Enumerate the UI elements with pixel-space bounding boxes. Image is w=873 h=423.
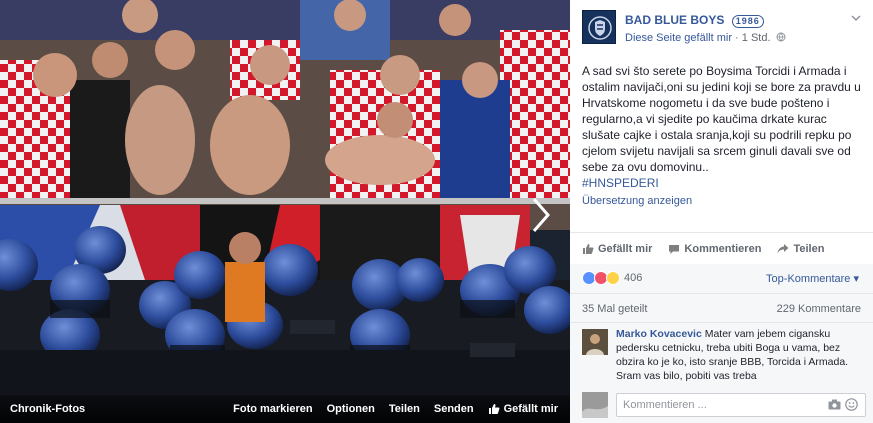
like-page-link[interactable]: Diese Seite gefällt mir bbox=[625, 32, 732, 44]
globe-icon bbox=[776, 32, 786, 42]
post-body: A sad svi što serete po Boysima Torcidi … bbox=[582, 63, 864, 191]
thumbs-up-icon bbox=[583, 244, 594, 254]
photo-actions: Foto markieren Optionen Teilen Senden Ge… bbox=[219, 403, 558, 415]
post-time[interactable]: 1 Std. bbox=[742, 32, 771, 44]
reaction-summary[interactable]: 406 bbox=[582, 270, 642, 286]
album-link[interactable]: Chronik-Fotos bbox=[10, 403, 85, 415]
avatar-image bbox=[582, 329, 608, 355]
page-meta: Diese Seite gefällt mir · 1 Std. bbox=[625, 32, 786, 44]
commenter-avatar[interactable] bbox=[582, 329, 608, 355]
emoji-icon[interactable] bbox=[845, 398, 858, 411]
divider bbox=[570, 322, 873, 323]
tag-photo-button[interactable]: Foto markieren bbox=[233, 403, 312, 415]
post-panel: BAD BLUE BOYS 1986 Diese Seite gefällt m… bbox=[570, 0, 873, 423]
send-button[interactable]: Senden bbox=[434, 403, 474, 415]
post-action-row: Gefällt mir Kommentieren Teilen bbox=[570, 238, 873, 260]
reaction-count: 406 bbox=[624, 272, 643, 284]
share-button[interactable]: Teilen bbox=[777, 243, 824, 255]
comment-label: Kommentieren bbox=[684, 243, 762, 255]
chevron-down-icon[interactable] bbox=[850, 12, 862, 24]
photo-action-bar: Chronik-Fotos Foto markieren Optionen Te… bbox=[0, 395, 570, 423]
hashtag-link[interactable]: #HNSPEDERI bbox=[582, 176, 659, 190]
share-count[interactable]: 35 Mal geteilt bbox=[582, 303, 647, 315]
like-label: Gefällt mir bbox=[598, 243, 653, 255]
comment-icon bbox=[669, 245, 680, 254]
share-label: Teilen bbox=[793, 243, 825, 255]
like-button[interactable]: Gefällt mir bbox=[582, 243, 652, 255]
divider bbox=[570, 293, 873, 294]
photo-viewer[interactable]: Chronik-Fotos Foto markieren Optionen Te… bbox=[0, 0, 570, 423]
club-crest-icon bbox=[588, 16, 612, 40]
see-translation-link[interactable]: Übersetzung anzeigen bbox=[582, 195, 692, 207]
top-comments-dropdown[interactable]: Top-Kommentare ▾ bbox=[766, 272, 859, 285]
page-name-suffix: 1986 bbox=[731, 15, 764, 28]
share-icon bbox=[777, 244, 789, 254]
post-header: BAD BLUE BOYS 1986 Diese Seite gefällt m… bbox=[582, 10, 862, 50]
meta-separator: · bbox=[732, 32, 742, 44]
comment-count[interactable]: 229 Kommentare bbox=[777, 303, 861, 315]
comment-button[interactable]: Kommentieren bbox=[668, 243, 761, 255]
page-avatar[interactable] bbox=[582, 10, 616, 44]
page-name[interactable]: BAD BLUE BOYS 1986 bbox=[625, 13, 764, 28]
my-avatar bbox=[582, 392, 608, 418]
share-photo-button[interactable]: Teilen bbox=[389, 403, 420, 415]
next-photo-arrow-icon[interactable] bbox=[528, 195, 552, 235]
haha-reaction-icon bbox=[606, 271, 620, 285]
photo-like-label: Gefällt mir bbox=[503, 403, 558, 415]
avatar-image bbox=[582, 392, 608, 418]
options-button[interactable]: Optionen bbox=[327, 403, 375, 415]
page-name-text: BAD BLUE BOYS bbox=[625, 13, 725, 27]
photo-like-button[interactable]: Gefällt mir bbox=[488, 403, 558, 415]
thumbs-up-icon bbox=[488, 404, 500, 414]
post-text: A sad svi što serete po Boysima Torcidi … bbox=[582, 64, 861, 174]
stadium-photo bbox=[0, 0, 570, 423]
comment-composer bbox=[582, 391, 866, 419]
comment-body: Marko Kovacevic Mater vam jebem cigansku… bbox=[616, 327, 866, 383]
comment-author[interactable]: Marko Kovacevic bbox=[616, 328, 702, 340]
camera-icon[interactable] bbox=[828, 399, 841, 410]
divider bbox=[570, 232, 873, 233]
